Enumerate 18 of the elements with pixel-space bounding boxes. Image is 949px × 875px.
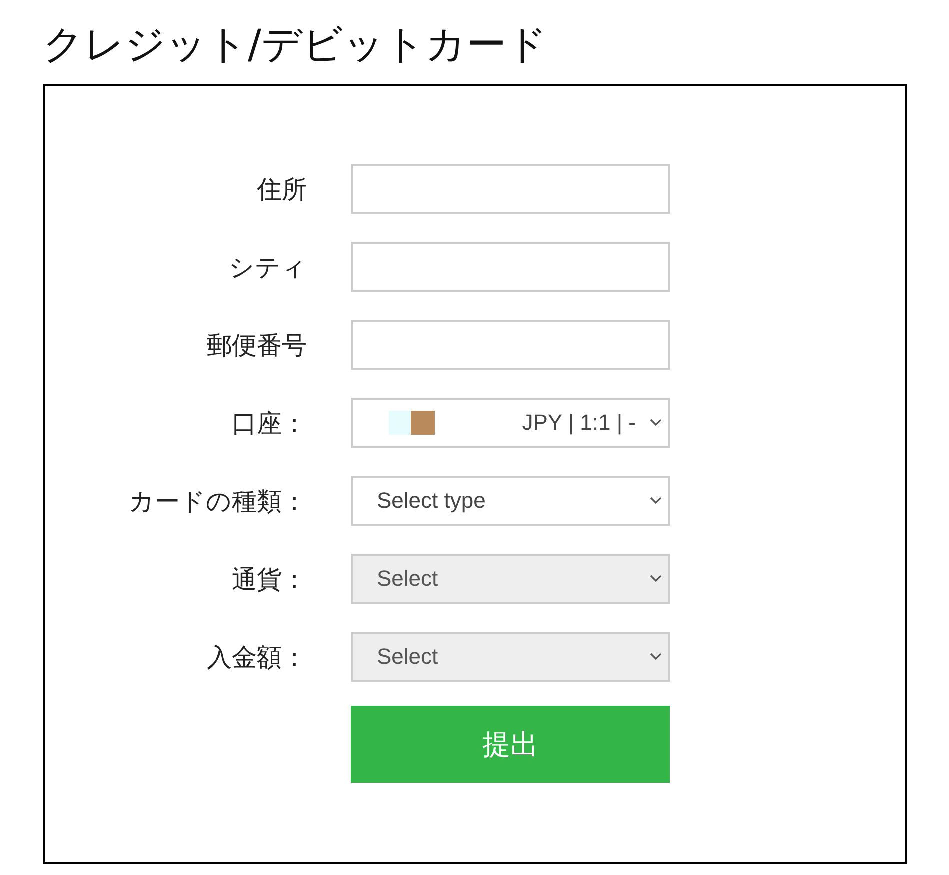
field-label: 住所 [257,174,307,206]
input-field[interactable] [351,164,670,214]
field-label: カードの種類： [129,486,307,518]
input-field[interactable] [351,320,670,370]
field-label: シティ [229,252,307,284]
input-field[interactable] [351,242,670,292]
caret-icon [650,419,662,427]
account-select[interactable]: JPY | 1:1 | - [351,398,670,448]
select-field[interactable]: Select type [351,476,670,526]
caret-icon [650,575,662,583]
caret-icon [650,653,662,661]
field-label: 郵便番号 [207,330,307,362]
field-label: 通貨： [232,564,307,596]
caret-icon [650,497,662,505]
field-label: 入金額： [207,642,307,674]
page-title: クレジット/デビットカード [43,21,548,70]
color-swatch-icon [389,411,435,435]
field-label: 口座： [232,408,307,440]
